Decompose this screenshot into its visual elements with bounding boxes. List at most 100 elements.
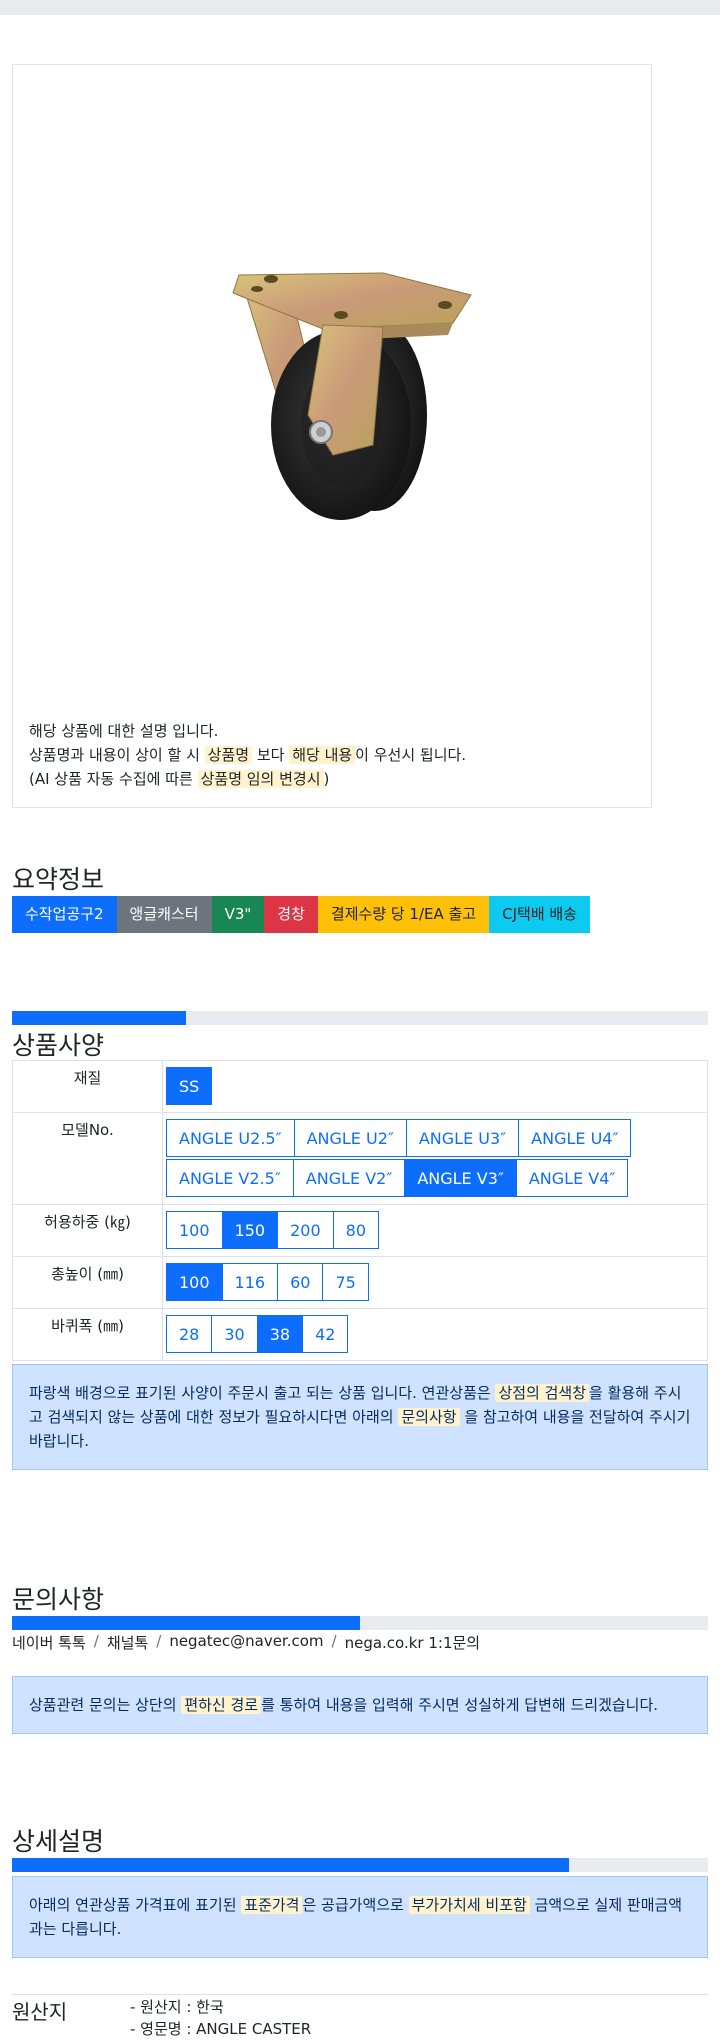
desc-highlight-product-name: 상품명 bbox=[204, 746, 253, 764]
desc-line-3-text-a: (AI 상품 자동 수집에 따른 bbox=[29, 770, 198, 788]
detail-notice-text-a: 아래의 연관상품 가격표에 표기된 bbox=[29, 1896, 242, 1914]
spec-row-options: 100 116 60 75 bbox=[162, 1256, 708, 1309]
desc-highlight-content: 해당 내용 bbox=[289, 746, 356, 764]
origin-label: 원산지 bbox=[12, 2000, 68, 2024]
summary-badge: V3" bbox=[211, 896, 265, 933]
spec-option-button[interactable]: 38 bbox=[256, 1315, 304, 1353]
spec-option-button[interactable]: ANGLE V2″ bbox=[292, 1159, 406, 1197]
option-group: 100 150 200 80 bbox=[166, 1211, 704, 1249]
spec-row-options: SS bbox=[162, 1060, 708, 1113]
summary-badge: CJ택배 배송 bbox=[489, 896, 591, 933]
spec-option-button[interactable]: 100 bbox=[166, 1263, 223, 1301]
spec-option-button[interactable]: ANGLE V2.5″ bbox=[166, 1159, 294, 1197]
origin-divider bbox=[12, 1994, 708, 1995]
summary-badges: 수작업공구2 앵글캐스터 V3" 경창 결제수량 당 1/EA 출고 CJ택배 배송 bbox=[12, 896, 591, 933]
detail-progress-fill bbox=[12, 1858, 569, 1872]
desc-highlight-name-change: 상품명 임의 변경시 bbox=[197, 770, 324, 788]
contact-separator: / bbox=[93, 1632, 99, 1650]
contact-link[interactable]: 채널톡 bbox=[107, 1632, 148, 1653]
product-image-description: 해당 상품에 대한 설명 입니다. 상품명과 내용이 상이 할 시 상품명 보다… bbox=[29, 719, 466, 791]
spec-row: 총높이 (㎜) 100 116 60 75 bbox=[12, 1256, 708, 1309]
option-group: ANGLE V2.5″ ANGLE V2″ ANGLE V3″ ANGLE V4″ bbox=[166, 1159, 704, 1197]
spec-option-button[interactable]: 30 bbox=[211, 1315, 258, 1353]
detail-progress-bar bbox=[12, 1858, 708, 1872]
spec-option-button[interactable]: ANGLE U2″ bbox=[293, 1119, 407, 1157]
spec-progress-fill bbox=[12, 1011, 186, 1025]
summary-badge: 앵글캐스터 bbox=[116, 896, 212, 933]
inquiry-progress-bar bbox=[12, 1616, 708, 1630]
spec-option-button[interactable]: 42 bbox=[302, 1315, 349, 1353]
spec-row-options: 100 150 200 80 bbox=[162, 1204, 708, 1257]
spec-row: 바퀴폭 (㎜) 28 30 38 42 bbox=[12, 1308, 708, 1361]
spec-option-button[interactable]: ANGLE U4″ bbox=[518, 1119, 632, 1157]
spec-row-label: 바퀴폭 (㎜) bbox=[12, 1308, 163, 1361]
contact-link[interactable]: 네이버 톡톡 bbox=[12, 1632, 86, 1653]
detail-notice-highlight-price: 표준가격 bbox=[241, 1896, 303, 1914]
desc-line-2-text-a: 상품명과 내용이 상이 할 시 bbox=[29, 746, 205, 764]
spec-option-button[interactable]: 75 bbox=[322, 1263, 369, 1301]
contact-separator: / bbox=[156, 1632, 162, 1650]
desc-line-1: 해당 상품에 대한 설명 입니다. bbox=[29, 722, 219, 740]
spec-notice-highlight-search: 상점의 검색창 bbox=[495, 1384, 590, 1402]
desc-line-3-text-b: ) bbox=[323, 770, 330, 788]
spec-option-button[interactable]: ANGLE V3″ bbox=[404, 1159, 517, 1197]
spec-notice-highlight-inquiry: 문의사항 bbox=[398, 1408, 460, 1426]
spec-option-button[interactable]: 80 bbox=[332, 1211, 379, 1249]
desc-line-2-text-b: 보다 bbox=[252, 746, 290, 764]
option-group: 28 30 38 42 bbox=[166, 1315, 704, 1353]
summary-badge: 결제수량 당 1/EA 출고 bbox=[317, 896, 490, 933]
inquiry-notice-highlight: 편하신 경로 bbox=[181, 1696, 262, 1714]
spec-table: 재질 SS 모델No. ANGLE U2.5″ ANGLE U2″ ANGLE U3″ AN… bbox=[12, 1060, 708, 1361]
option-group: ANGLE U2.5″ ANGLE U2″ ANGLE U3″ ANGLE U4″ bbox=[166, 1119, 704, 1157]
contact-link[interactable]: negatec@naver.com bbox=[169, 1632, 323, 1653]
origin-item: - 원산지 : 한국 bbox=[130, 1998, 224, 2016]
spec-option-button[interactable]: ANGLE U3″ bbox=[405, 1119, 520, 1157]
spec-notice-text-a: 파랑색 배경으로 표기된 사양이 주문시 출고 되는 상품 입니다. 연관상품은 bbox=[29, 1384, 496, 1402]
spec-heading: 상품사양 bbox=[12, 1031, 105, 1060]
spec-row-options: 28 30 38 42 bbox=[162, 1308, 708, 1361]
spec-row-label: 모델No. bbox=[12, 1112, 163, 1205]
spec-row-label: 허용하중 (㎏) bbox=[12, 1204, 163, 1257]
spec-row: 모델No. ANGLE U2.5″ ANGLE U2″ ANGLE U3″ ANGLE … bbox=[12, 1112, 708, 1205]
desc-line-2-text-c: 이 우선시 됩니다. bbox=[355, 746, 467, 764]
summary-badge: 경창 bbox=[264, 896, 318, 933]
contact-links: 네이버 톡톡 / 채널톡 / negatec@naver.com / nega.co.kr … bbox=[12, 1632, 480, 1653]
top-bar bbox=[0, 0, 720, 15]
inquiry-heading: 문의사항 bbox=[12, 1585, 105, 1614]
inquiry-notice-text-a: 상품관련 문의는 상단의 bbox=[29, 1696, 182, 1714]
spec-progress-bar bbox=[12, 1011, 708, 1025]
contact-separator: / bbox=[331, 1632, 337, 1650]
option-group: 100 116 60 75 bbox=[166, 1263, 704, 1301]
spec-option-button[interactable]: 100 bbox=[166, 1211, 223, 1249]
spec-option-button[interactable]: 200 bbox=[277, 1211, 334, 1249]
origin-list: - 원산지 : 한국 - 영문명 : ANGLE CASTER bbox=[130, 1996, 311, 2040]
summary-badge: 수작업공구2 bbox=[12, 896, 117, 933]
spec-option-button[interactable]: 150 bbox=[221, 1211, 279, 1249]
spec-row: 재질 SS bbox=[12, 1060, 708, 1113]
spec-option-button[interactable]: ANGLE V4″ bbox=[515, 1159, 629, 1197]
product-image bbox=[232, 272, 472, 520]
detail-notice-text-b: 은 공급가액으로 bbox=[302, 1896, 409, 1914]
spec-row-options: ANGLE U2.5″ ANGLE U2″ ANGLE U3″ ANGLE U4″ AN… bbox=[162, 1112, 708, 1205]
inquiry-progress-fill bbox=[12, 1616, 360, 1630]
spec-row-label: 재질 bbox=[12, 1060, 163, 1113]
spec-option-button[interactable]: 116 bbox=[221, 1263, 279, 1301]
summary-heading: 요약정보 bbox=[12, 865, 105, 894]
origin-item: - 영문명 : ANGLE CASTER bbox=[130, 2020, 312, 2038]
spec-option-button[interactable]: 28 bbox=[166, 1315, 213, 1353]
spec-option-button[interactable]: 60 bbox=[277, 1263, 324, 1301]
desc-line-2: 상품명과 내용이 상이 할 시 상품명 보다 해당 내용 이 우선시 됩니다. bbox=[29, 743, 466, 767]
detail-heading: 상세설명 bbox=[12, 1827, 105, 1856]
option-group: SS bbox=[166, 1067, 704, 1105]
contact-link[interactable]: nega.co.kr 1:1문의 bbox=[345, 1632, 481, 1653]
inquiry-notice-text-b: 를 통하여 내용을 입력해 주시면 성실하게 답변해 드리겠습니다. bbox=[261, 1696, 659, 1714]
detail-notice-highlight-vat: 부가가치세 비포함 bbox=[408, 1896, 530, 1914]
spec-option-button[interactable]: ANGLE U2.5″ bbox=[166, 1119, 295, 1157]
spec-row-label: 총높이 (㎜) bbox=[12, 1256, 163, 1309]
spec-notice: 파랑색 배경으로 표기된 사양이 주문시 출고 되는 상품 입니다. 연관상품은… bbox=[12, 1364, 708, 1470]
product-image-panel: 해당 상품에 대한 설명 입니다. 상품명과 내용이 상이 할 시 상품명 보다… bbox=[12, 64, 652, 808]
spec-option-button[interactable]: SS bbox=[166, 1067, 213, 1105]
spec-row: 허용하중 (㎏) 100 150 200 80 bbox=[12, 1204, 708, 1257]
detail-notice: 아래의 연관상품 가격표에 표기된 표준가격 은 공급가액으로 부가가치세 비포함… bbox=[12, 1876, 708, 1958]
inquiry-notice: 상품관련 문의는 상단의 편하신 경로 를 통하여 내용을 입력해 주시면 성실하… bbox=[12, 1676, 708, 1734]
